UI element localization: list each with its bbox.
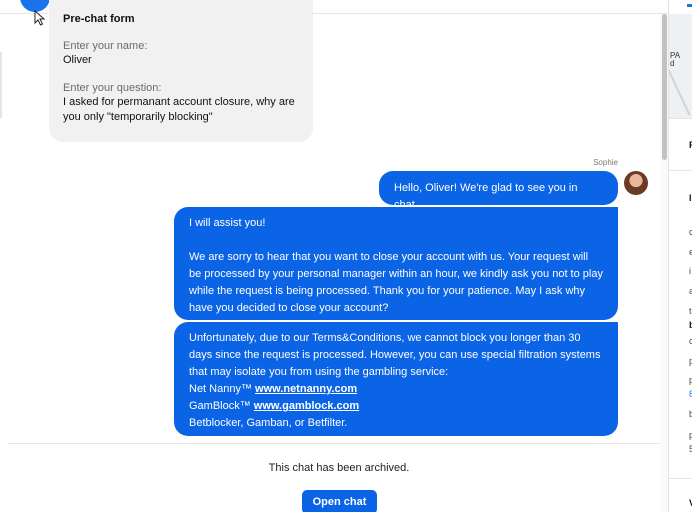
- left-edge-bar: [0, 52, 2, 118]
- panel-divider: [669, 478, 692, 479]
- question-label: Enter your question:: [63, 82, 162, 94]
- map-thumbnail[interactable]: PA d: [669, 14, 692, 118]
- active-tab-indicator: [687, 4, 692, 7]
- message-text: while the request is being processed. Th…: [189, 285, 586, 297]
- archived-notice: This chat has been archived.: [268, 462, 410, 474]
- netnanny-link[interactable]: www.netnanny.com: [255, 383, 357, 395]
- panel-text-char: I: [689, 193, 692, 203]
- prechat-form-card: Pre-chat form Enter your name: Oliver En…: [49, 0, 313, 142]
- gamblock-line: GamBlock™ www.gamblock.com: [189, 398, 603, 415]
- scrollbar-thumb[interactable]: [662, 14, 667, 160]
- message-text: Unfortunately, due to our Terms&Conditio…: [189, 332, 581, 344]
- right-side-panel: PA d F I c e i a t b c p p 8 b p 5 V: [668, 0, 692, 512]
- message-text: Betblocker, Gamban, or Betfilter.: [189, 417, 348, 429]
- message-bubble-greeting: Hello, Oliver! We're glad to see you in …: [379, 171, 618, 211]
- message-text: I will assist you!: [189, 217, 266, 229]
- question-value-line1: I asked for permanant account closure, w…: [63, 96, 295, 108]
- footer-divider: [8, 443, 660, 444]
- user-avatar-photo: [624, 171, 648, 195]
- message-text: have you decided to close your account?: [189, 302, 389, 314]
- map-label: PA d: [670, 51, 681, 68]
- gamblock-link[interactable]: www.gamblock.com: [254, 400, 359, 412]
- panel-divider: [669, 170, 692, 171]
- netnanny-label: Net Nanny™: [189, 383, 256, 395]
- message-text: that may isolate you from using the gamb…: [189, 366, 449, 378]
- name-value: Oliver: [63, 54, 92, 66]
- name-label: Enter your name:: [63, 40, 148, 52]
- gamblock-label: GamBlock™: [189, 400, 254, 412]
- question-value-line2: you only "temporarily blocking": [63, 111, 213, 123]
- mouse-pointer-icon: [34, 10, 46, 26]
- sender-name: Sophie: [593, 158, 618, 167]
- netnanny-line: Net Nanny™ www.netnanny.com: [189, 381, 603, 398]
- panel-divider: [669, 118, 692, 119]
- panel-text-char: i: [689, 266, 691, 276]
- panel-text-char: t: [689, 306, 692, 316]
- prechat-title: Pre-chat form: [63, 13, 135, 25]
- message-bubble-filters: Unfortunately, due to our Terms&Conditio…: [174, 322, 618, 436]
- message-text: We are sorry to hear that you want to cl…: [189, 251, 589, 263]
- message-text: days since the request is processed. How…: [189, 349, 601, 361]
- message-text: be processed by your personal manager wi…: [189, 268, 603, 280]
- open-chat-button[interactable]: Open chat: [302, 490, 377, 512]
- message-bubble-assist: I will assist you! We are sorry to hear …: [174, 207, 618, 320]
